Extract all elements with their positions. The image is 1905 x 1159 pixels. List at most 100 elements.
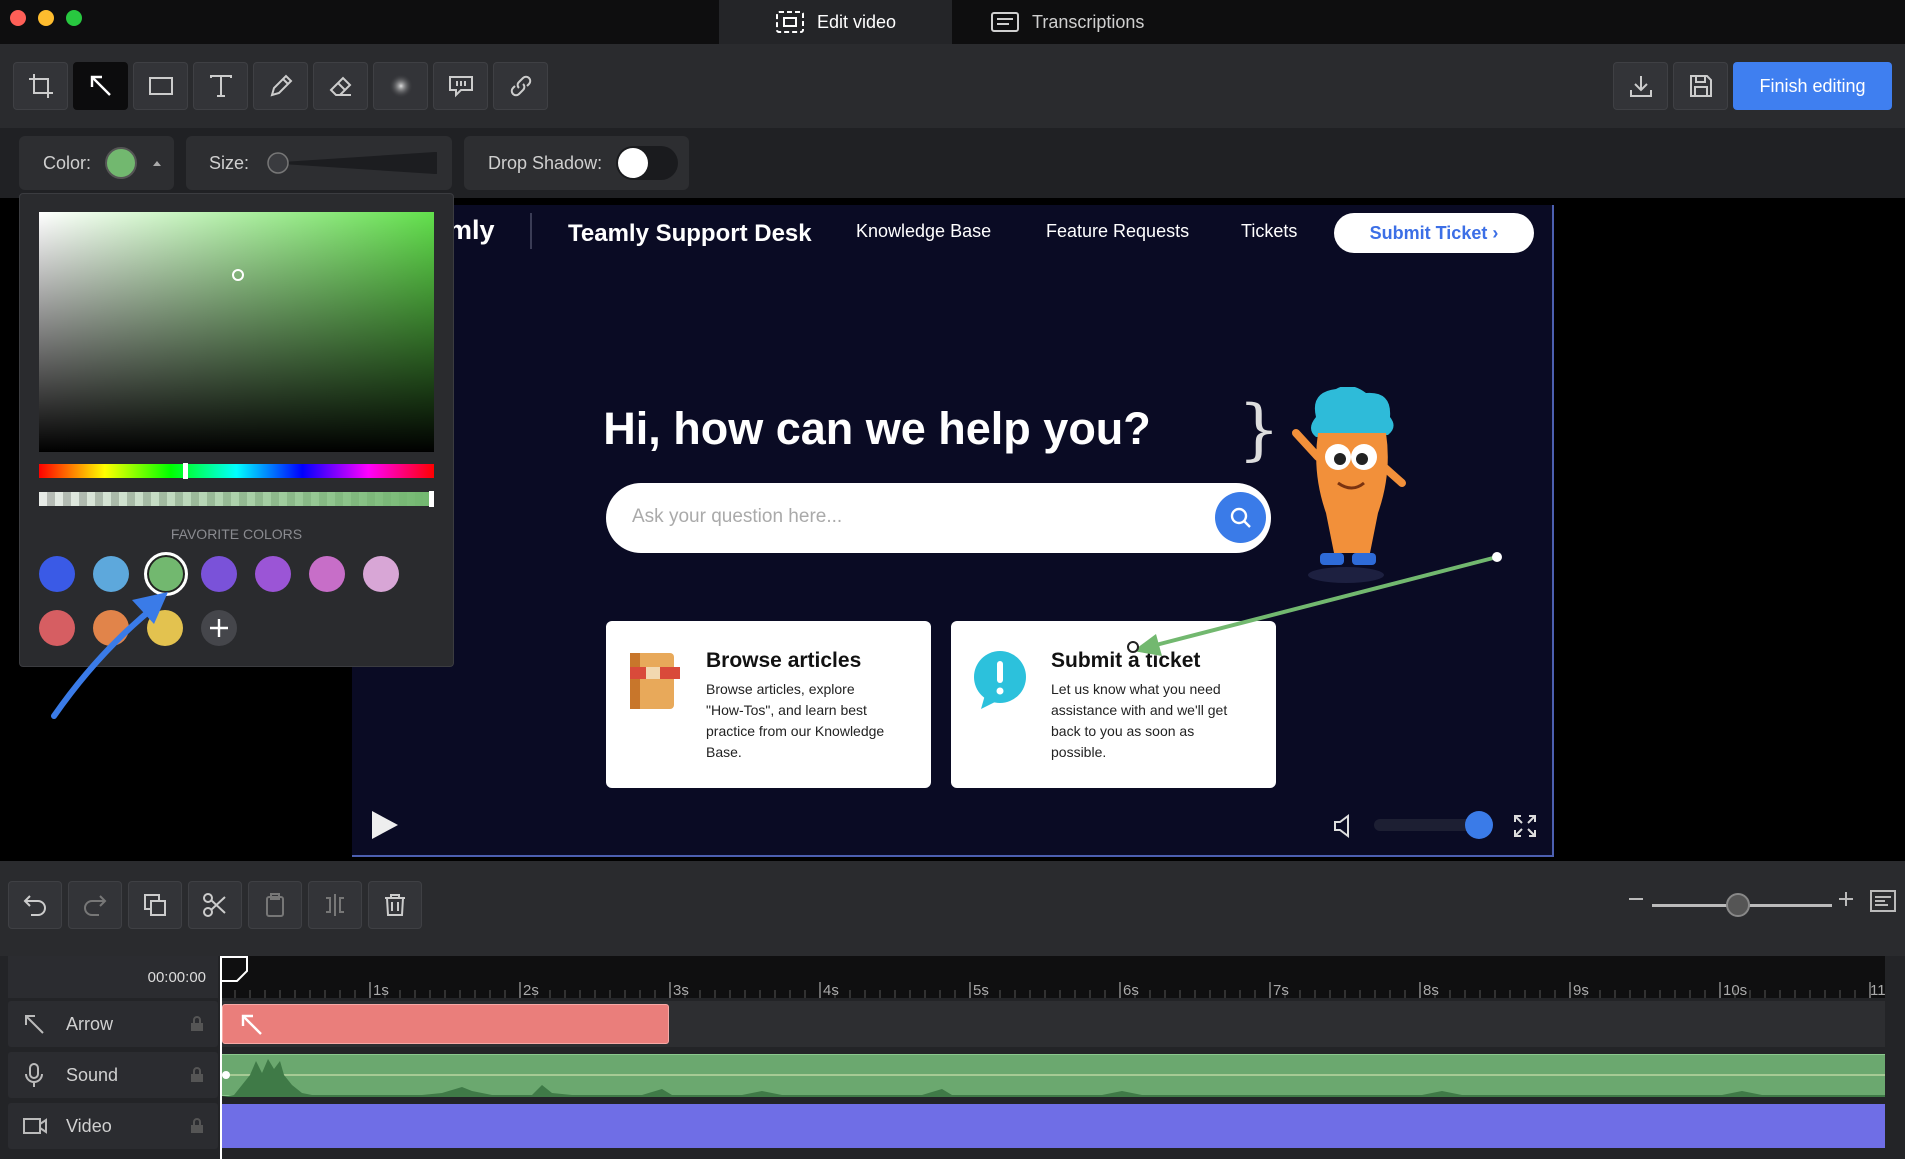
play-button[interactable] <box>368 809 400 841</box>
favorite-color-swatch[interactable] <box>201 556 237 592</box>
color-cursor[interactable] <box>232 269 244 281</box>
submit-ticket-card[interactable]: Submit a ticket Let us know what you nee… <box>951 621 1276 788</box>
add-color-button[interactable] <box>201 610 237 646</box>
minimize-window-button[interactable] <box>38 10 54 26</box>
mascot-illustration <box>1276 387 1416 587</box>
help-search-bar[interactable]: Ask your question here... <box>606 483 1271 553</box>
nav-divider <box>530 213 532 249</box>
trash-icon <box>382 892 408 918</box>
favorite-color-swatch[interactable] <box>309 556 345 592</box>
track-header-arrow[interactable]: Arrow <box>8 1001 218 1047</box>
annotation-toolbar: Finish editing <box>0 44 1905 128</box>
timecode-box: 00:00:00 <box>8 956 218 998</box>
callout-tool-button[interactable] <box>433 62 488 110</box>
nav-knowledge-base[interactable]: Knowledge Base <box>856 221 991 242</box>
volume-slider-knob[interactable] <box>1464 811 1493 839</box>
save-button[interactable] <box>1673 62 1728 110</box>
help-search-button[interactable] <box>1215 492 1266 543</box>
favorite-color-swatch[interactable] <box>363 556 399 592</box>
browse-articles-card[interactable]: Browse articles Browse articles, explore… <box>606 621 931 788</box>
favorite-color-swatch[interactable] <box>255 556 291 592</box>
blur-tool-button[interactable] <box>373 62 428 110</box>
redo-button[interactable] <box>68 881 122 929</box>
hero-heading: Hi, how can we help you? <box>603 403 1151 454</box>
track-header-video[interactable]: Video <box>8 1103 218 1149</box>
fullscreen-button[interactable] <box>1512 813 1538 839</box>
submit-ticket-body: Let us know what you need assistance wit… <box>1051 681 1228 760</box>
blue-pointer-arrow <box>40 560 180 720</box>
transcriptions-icon <box>990 10 1020 34</box>
tab-edit-video-label: Edit video <box>817 11 897 32</box>
paste-button[interactable] <box>248 881 302 929</box>
rectangle-tool-button[interactable] <box>133 62 188 110</box>
pencil-tool-button[interactable] <box>253 62 308 110</box>
tick-label: 9s <box>1573 982 1589 999</box>
sound-clip[interactable] <box>222 1054 1885 1097</box>
lock-icon[interactable] <box>190 1016 204 1032</box>
arrow-tool-button[interactable] <box>73 62 128 110</box>
zoom-slider[interactable] <box>1652 893 1832 917</box>
video-preview[interactable]: mly Teamly Support Desk Knowledge Base F… <box>352 205 1554 857</box>
text-tool-button[interactable] <box>193 62 248 110</box>
drop-shadow-label: Drop Shadow: <box>488 152 603 173</box>
saturation-brightness-area[interactable] <box>39 212 434 452</box>
tick-label: 1s <box>373 982 389 999</box>
opacity-slider[interactable] <box>39 491 434 507</box>
blur-icon <box>388 73 414 99</box>
zoom-in-icon[interactable] <box>1838 891 1854 907</box>
lock-icon[interactable] <box>190 1118 204 1134</box>
duplicate-button[interactable] <box>128 881 182 929</box>
size-slider[interactable] <box>267 150 438 176</box>
redo-icon <box>82 892 108 918</box>
drop-shadow-toggle[interactable] <box>616 146 679 180</box>
microphone-icon <box>22 1062 46 1088</box>
browse-articles-title: Browse articles <box>706 649 862 672</box>
opacity-slider-handle[interactable] <box>429 491 434 507</box>
nav-feature-requests[interactable]: Feature Requests <box>1046 221 1189 242</box>
search-icon <box>1229 506 1253 530</box>
nav-tickets[interactable]: Tickets <box>1241 221 1297 242</box>
lock-icon[interactable] <box>190 1067 204 1083</box>
link-icon <box>508 73 534 99</box>
duplicate-icon <box>142 892 168 918</box>
cut-button[interactable] <box>188 881 242 929</box>
zoom-out-icon[interactable] <box>1628 891 1644 907</box>
delete-button[interactable] <box>368 881 422 929</box>
crop-tool-button[interactable] <box>13 62 68 110</box>
tick-label: 7s <box>1273 982 1289 999</box>
maximize-window-button[interactable] <box>66 10 82 26</box>
tab-edit-video[interactable]: Edit video <box>719 0 952 44</box>
track-header-sound[interactable]: Sound <box>8 1052 218 1098</box>
volume-slider[interactable] <box>1374 811 1493 839</box>
playhead-handle[interactable] <box>220 956 250 982</box>
link-tool-button[interactable] <box>493 62 548 110</box>
tick-label: 4s <box>823 982 839 999</box>
fullscreen-icon <box>1512 813 1538 839</box>
crop-icon <box>28 73 54 99</box>
close-window-button[interactable] <box>10 10 26 26</box>
current-color-swatch[interactable] <box>105 147 138 179</box>
undo-icon <box>22 892 48 918</box>
track-name-sound: Sound <box>66 1064 119 1085</box>
fit-timeline-icon[interactable] <box>1870 890 1896 912</box>
split-button[interactable] <box>308 881 362 929</box>
arrow-clip[interactable] <box>222 1004 669 1044</box>
eraser-tool-button[interactable] <box>313 62 368 110</box>
video-clip[interactable] <box>222 1104 1885 1148</box>
color-option[interactable]: Color: <box>19 136 174 190</box>
tick-label: 6s <box>1123 982 1139 999</box>
tick-label: 11 <box>1870 982 1886 999</box>
hue-slider[interactable] <box>39 463 434 479</box>
time-ruler[interactable]: 1s 2s 3s 4s 5s 6s 7s 8s 9s 10s 11 <box>220 956 1886 999</box>
undo-button[interactable] <box>8 881 62 929</box>
finish-editing-button[interactable]: Finish editing <box>1733 62 1892 110</box>
plus-icon <box>208 617 230 639</box>
clipboard-icon <box>262 892 288 918</box>
volume-button[interactable] <box>1332 813 1358 839</box>
size-label: Size: <box>209 152 250 173</box>
submit-ticket-button[interactable]: Submit Ticket › <box>1334 213 1534 253</box>
hue-slider-handle[interactable] <box>183 463 188 479</box>
tab-transcriptions[interactable]: Transcriptions <box>952 0 1192 44</box>
download-button[interactable] <box>1613 62 1668 110</box>
zoom-slider-knob[interactable] <box>1726 893 1751 917</box>
